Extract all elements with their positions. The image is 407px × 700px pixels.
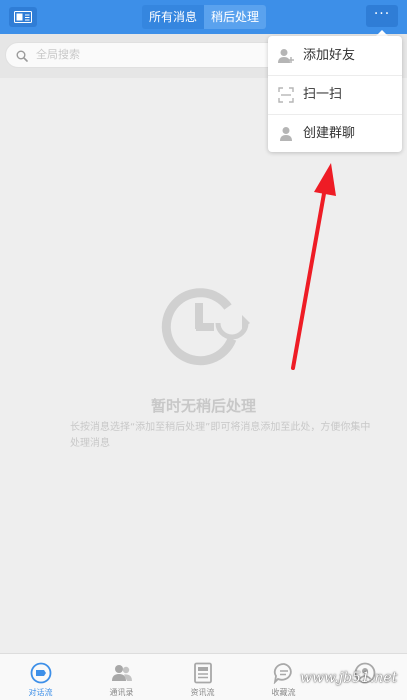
nav-tab-contacts[interactable]: 通讯录 [81,654,162,700]
nav-tab-label: 通讯录 [109,688,134,697]
news-icon [194,662,212,684]
nav-tab-news[interactable]: 资讯流 [162,654,243,700]
nav-tab-chat[interactable]: 对话流 [0,654,81,700]
watermark: www.jb51.net [300,670,398,686]
nav-tab-label: 对话流 [28,688,53,697]
favorites-icon [273,663,292,684]
chat-icon [30,662,52,684]
nav-tab-label: 收藏流 [271,688,296,697]
contacts-icon [112,665,132,681]
annotation-arrow [291,163,336,370]
nav-tab-label: 资讯流 [190,688,215,697]
